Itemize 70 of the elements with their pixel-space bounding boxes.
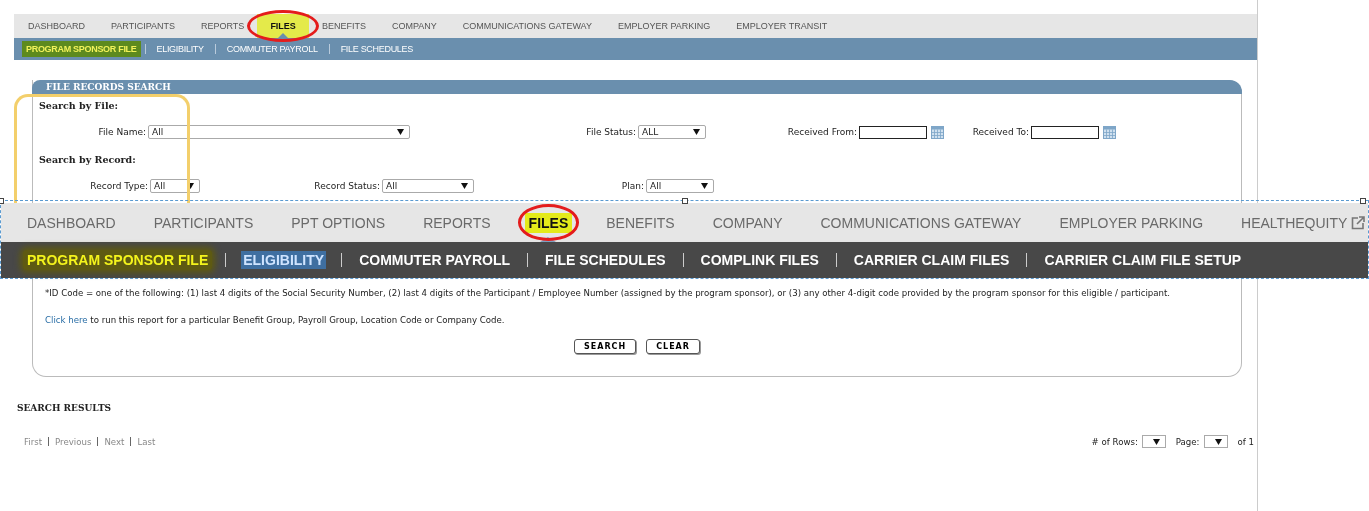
dropdown[interactable]: All	[382, 179, 474, 193]
field-label: File Name:	[98, 127, 146, 137]
nav-tab[interactable]: COMPANY	[378, 14, 450, 38]
field-label: Record Type:	[90, 181, 148, 191]
field-label: File Status:	[586, 127, 636, 137]
nav-tab[interactable]: EMPLOYER PARKING	[1040, 203, 1223, 242]
sub-nav-tab[interactable]: FILE SCHEDULES	[333, 44, 420, 54]
field-label: Received From:	[787, 127, 857, 137]
nav-tab[interactable]: FILES	[257, 14, 309, 38]
date-field[interactable]	[1031, 125, 1099, 139]
nav-tab[interactable]: DASHBOARD	[8, 203, 135, 242]
dropdown[interactable]: All	[148, 125, 410, 139]
pager-link[interactable]: Previous	[55, 436, 92, 447]
nav-tab[interactable]: BENEFITS	[308, 14, 379, 38]
field-label: Record Status:	[314, 181, 380, 191]
form-button[interactable]: SEARCH	[574, 339, 637, 354]
dropdown[interactable]	[1203, 435, 1228, 448]
calendar-icon[interactable]	[1103, 125, 1116, 139]
caret-icon	[461, 183, 468, 189]
dropdown[interactable]: All	[150, 179, 200, 193]
sub-nav-tab[interactable]: CARRIER CLAIM FILES	[849, 250, 1014, 270]
calendar-icon[interactable]	[931, 125, 944, 139]
nav-tab[interactable]: HEALTHEQUITY	[1222, 203, 1369, 242]
pager-link[interactable]: Last	[137, 436, 156, 447]
section-heading: Search by Record:	[39, 153, 137, 167]
nav-tab[interactable]: DASHBOARD	[15, 14, 98, 38]
section-heading: Search by File:	[39, 99, 120, 113]
dropdown[interactable]: All	[646, 179, 714, 193]
results-title: SEARCH RESULTS	[17, 403, 113, 413]
sub-nav-tab[interactable]: FILE SCHEDULES	[541, 250, 670, 270]
caret-icon	[1152, 438, 1160, 445]
instruction-text: Click here to run this report for a particular Benefit Group, Payroll Group, Location Code or Company Code.	[45, 315, 505, 325]
pager-link[interactable]: First	[24, 436, 43, 447]
nav-tab[interactable]: COMMUNICATIONS GATEWAY	[449, 14, 605, 38]
caret-icon	[693, 129, 700, 135]
caret-icon	[1214, 438, 1222, 445]
sub-nav-tab[interactable]: COMMUTER PAYROLL	[219, 44, 325, 54]
sub-nav-tab[interactable]: PROGRAM SPONSOR FILE	[23, 250, 213, 270]
sub-nav-tab[interactable]: ELIGIBILITY	[149, 44, 211, 54]
nav-tab[interactable]: EMPLOYER PARKING	[604, 14, 724, 38]
caret-icon	[701, 183, 708, 189]
nav-tab[interactable]: REPORTS	[404, 203, 510, 242]
note-text: *ID Code = one of the following: (1) last 4 digits of the Social Security Number, (2) last 4 digits of the Participant / Employee Number (assigned by the program sponsor), or (3) any other 4-digit code provided by the program sponsor for this eligible / participant.	[45, 288, 1171, 298]
field-label: # of Rows:	[1091, 436, 1138, 447]
field-label: Page:	[1175, 436, 1200, 447]
sub-nav-tab[interactable]: COMMUTER PAYROLL	[355, 250, 514, 270]
nav-tab[interactable]: REPORTS	[188, 14, 258, 38]
nav-tab[interactable]: PARTICIPANTS	[98, 14, 189, 38]
sub-nav-tab[interactable]: PROGRAM SPONSOR FILE	[22, 41, 141, 57]
nav-tab[interactable]: BENEFITS	[587, 203, 694, 242]
caret-icon	[187, 183, 194, 189]
panel-title: FILE RECORDS SEARCH	[46, 82, 171, 92]
date-field[interactable]	[859, 125, 927, 139]
nav-tab[interactable]: COMPANY	[693, 203, 802, 242]
form-button[interactable]: CLEAR	[646, 339, 700, 354]
dropdown[interactable]: ALL	[638, 125, 706, 139]
dropdown[interactable]	[1141, 435, 1166, 448]
sub-nav-tab[interactable]: CARRIER CLAIM FILE SETUP	[1040, 250, 1246, 270]
nav-tab[interactable]: PARTICIPANTS	[134, 203, 273, 242]
sub-nav-tab[interactable]: ELIGIBILITY	[241, 251, 327, 269]
sub-nav-tab[interactable]: COMPLINK FILES	[696, 250, 823, 270]
link[interactable]: Click here	[45, 315, 88, 325]
field-label: Received To:	[972, 127, 1029, 137]
field-label: Plan:	[621, 181, 644, 191]
nav-tab[interactable]: PPT OPTIONS	[272, 203, 405, 242]
caret-icon	[397, 129, 404, 135]
page-total: of 1	[1237, 436, 1254, 447]
nav-tab[interactable]: COMMUNICATIONS GATEWAY	[801, 203, 1041, 242]
pager-link[interactable]: Next	[104, 436, 125, 447]
nav-tab[interactable]: EMPLOYER TRANSIT	[723, 14, 841, 38]
